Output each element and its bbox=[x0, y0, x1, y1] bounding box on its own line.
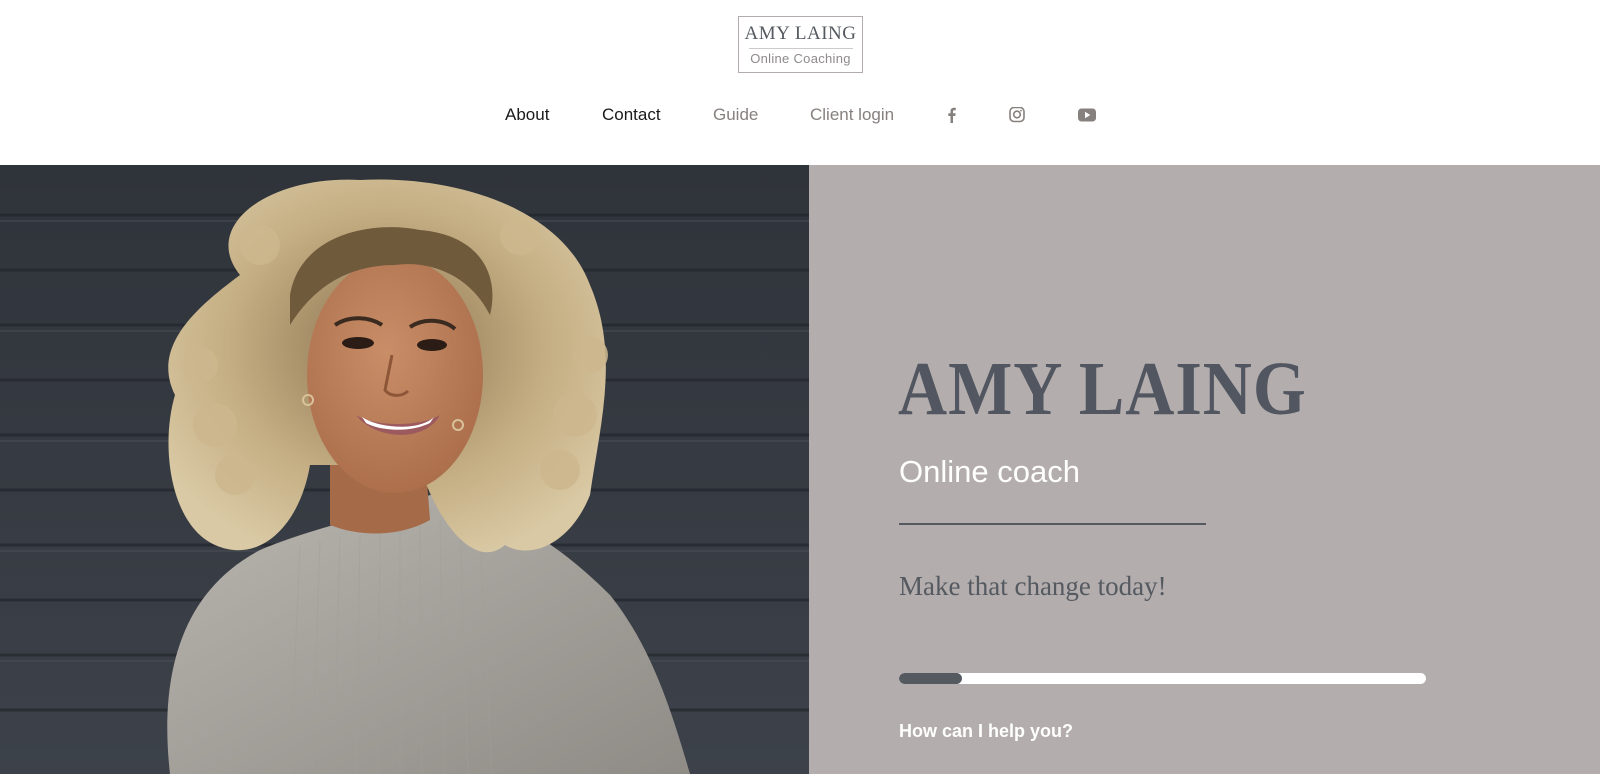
nav-link-contact[interactable]: Contact bbox=[602, 103, 661, 127]
help-prompt: How can I help you? bbox=[899, 721, 1074, 741]
progress-bar bbox=[899, 673, 1426, 684]
youtube-icon[interactable] bbox=[1077, 107, 1097, 123]
nav-link-guide[interactable]: Guide bbox=[713, 103, 758, 127]
logo-subtitle: Online Coaching bbox=[750, 51, 851, 66]
progress-fill bbox=[899, 673, 963, 684]
hero-name: AMY LAING bbox=[898, 345, 1307, 431]
site-header: AMY LAING Online Coaching About Contact … bbox=[0, 0, 1600, 165]
nav-link-client-login[interactable]: Client login bbox=[810, 103, 894, 127]
logo-divider bbox=[748, 48, 853, 49]
portrait-illustration bbox=[0, 165, 809, 774]
coach-portrait-photo bbox=[0, 165, 809, 774]
hero-divider bbox=[899, 523, 1206, 525]
hero-panel: AMY LAING Online coach Make that change … bbox=[809, 165, 1600, 774]
instagram-icon[interactable] bbox=[1008, 106, 1026, 123]
logo-title: AMY LAING bbox=[744, 23, 857, 44]
main-nav: About Contact Guide Client login bbox=[0, 103, 1600, 127]
hero-role: Online coach bbox=[899, 454, 1080, 489]
facebook-icon[interactable] bbox=[943, 107, 961, 123]
site-logo[interactable]: AMY LAING Online Coaching bbox=[738, 16, 863, 73]
nav-link-about[interactable]: About bbox=[505, 103, 549, 127]
hero-tagline: Make that change today! bbox=[899, 571, 1167, 601]
